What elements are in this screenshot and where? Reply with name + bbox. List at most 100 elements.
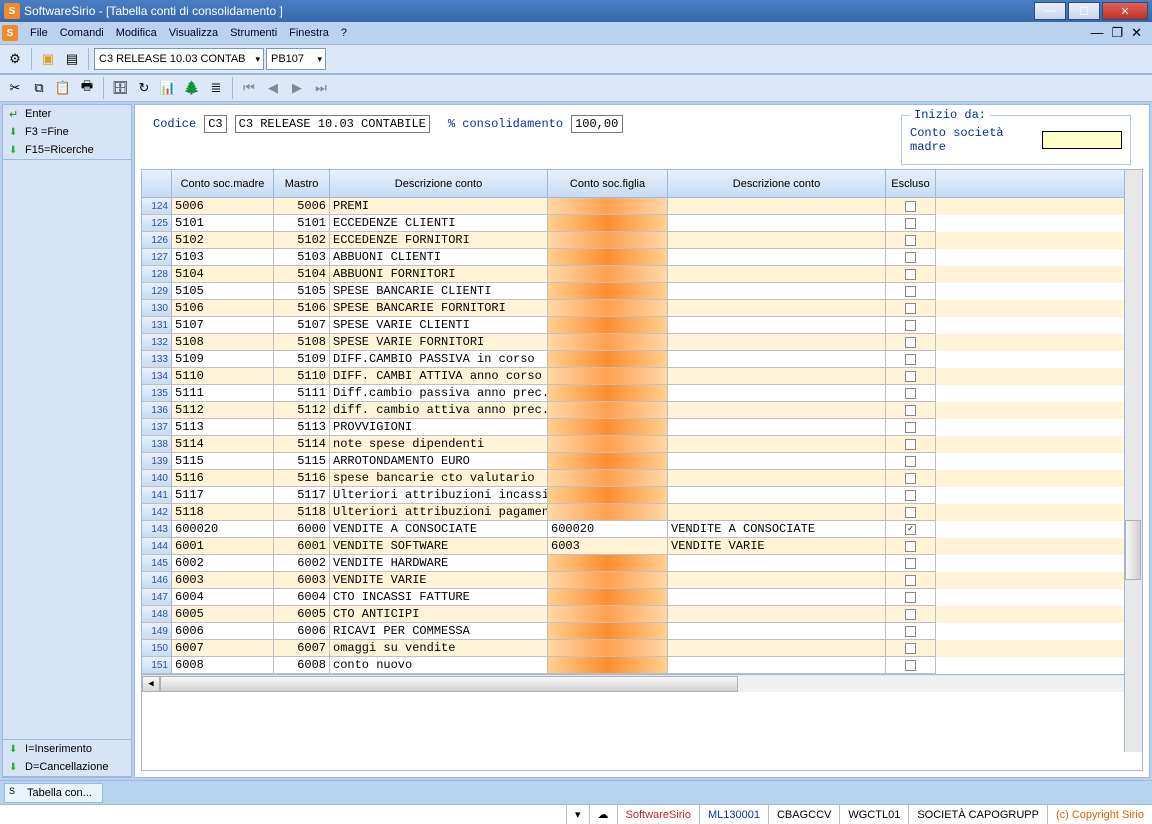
maximize-button[interactable]: ☐	[1068, 2, 1100, 20]
cell-rownum[interactable]: 144	[142, 538, 172, 555]
cell-dc2[interactable]	[668, 640, 886, 657]
cell-dc[interactable]: ECCEDENZE FORNITORI	[330, 232, 548, 249]
cell-escluso[interactable]	[886, 402, 936, 419]
cell-dc[interactable]: note spese dipendenti	[330, 436, 548, 453]
cell-dc2[interactable]	[668, 419, 886, 436]
cell-csm[interactable]: 6004	[172, 589, 274, 606]
checkbox-icon[interactable]	[905, 388, 916, 399]
cell-csm[interactable]: 6002	[172, 555, 274, 572]
cell-dc[interactable]: spese bancarie cto valutario	[330, 470, 548, 487]
cell-dc[interactable]: PROVVIGIONI	[330, 419, 548, 436]
cell-m[interactable]: 5103	[274, 249, 330, 266]
table-row[interactable]: 14151175117Ulteriori attribuzioni incass…	[142, 487, 1142, 504]
cell-csm[interactable]: 5102	[172, 232, 274, 249]
cell-m[interactable]: 5102	[274, 232, 330, 249]
checkbox-icon[interactable]	[905, 337, 916, 348]
cell-dc2[interactable]	[668, 572, 886, 589]
table-row[interactable]: 14460016001VENDITE SOFTWARE6003VENDITE V…	[142, 538, 1142, 555]
cell-dc[interactable]: SPESE BANCARIE FORNITORI	[330, 300, 548, 317]
cell-m[interactable]: 5104	[274, 266, 330, 283]
sidebar-item-f3fine[interactable]: F3 =Fine	[3, 123, 131, 141]
conto-madre-input[interactable]	[1042, 131, 1122, 149]
cell-rownum[interactable]: 138	[142, 436, 172, 453]
checkbox-icon[interactable]	[905, 643, 916, 654]
cell-rownum[interactable]: 130	[142, 300, 172, 317]
paste-icon[interactable]: 📋	[52, 77, 74, 99]
cell-escluso[interactable]	[886, 657, 936, 674]
cell-m[interactable]: 5113	[274, 419, 330, 436]
vertical-scrollbar[interactable]	[1124, 170, 1142, 752]
cell-csm[interactable]: 600020	[172, 521, 274, 538]
cell-csm[interactable]: 6007	[172, 640, 274, 657]
cell-dc[interactable]: Ulteriori attribuzioni pagamen	[330, 504, 548, 521]
cell-escluso[interactable]	[886, 623, 936, 640]
cell-rownum[interactable]: 131	[142, 317, 172, 334]
cell-rownum[interactable]: 128	[142, 266, 172, 283]
cell-dc[interactable]: Diff.cambio passiva anno prec.	[330, 385, 548, 402]
table-row[interactable]: 14660036003VENDITE VARIE	[142, 572, 1142, 589]
table-row[interactable]: 14560026002VENDITE HARDWARE	[142, 555, 1142, 572]
cell-m[interactable]: 5105	[274, 283, 330, 300]
menu-modifica[interactable]: Modifica	[110, 25, 163, 41]
cell-escluso[interactable]	[886, 436, 936, 453]
cell-rownum[interactable]: 133	[142, 351, 172, 368]
cell-csf[interactable]	[548, 232, 668, 249]
cell-escluso[interactable]	[886, 470, 936, 487]
cell-csm[interactable]: 5006	[172, 198, 274, 215]
scroll-left-icon[interactable]: ◀	[142, 676, 160, 692]
cell-csm[interactable]: 5101	[172, 215, 274, 232]
cell-csf[interactable]	[548, 640, 668, 657]
chart-icon[interactable]: 📊	[157, 77, 179, 99]
cell-m[interactable]: 5115	[274, 453, 330, 470]
cell-m[interactable]: 6007	[274, 640, 330, 657]
cell-rownum[interactable]: 140	[142, 470, 172, 487]
last-icon[interactable]: ⏭	[310, 77, 332, 99]
checkbox-icon[interactable]	[905, 422, 916, 433]
cell-m[interactable]: 5116	[274, 470, 330, 487]
sidebar-item-enter[interactable]: Enter	[3, 105, 131, 123]
cell-m[interactable]: 5112	[274, 402, 330, 419]
cell-csm[interactable]: 5111	[172, 385, 274, 402]
cell-dc2[interactable]	[668, 504, 886, 521]
cell-rownum[interactable]: 141	[142, 487, 172, 504]
cell-rownum[interactable]: 127	[142, 249, 172, 266]
cell-rownum[interactable]: 145	[142, 555, 172, 572]
table-row[interactable]: 13551115111Diff.cambio passiva anno prec…	[142, 385, 1142, 402]
cell-dc2[interactable]	[668, 470, 886, 487]
cell-csf[interactable]	[548, 283, 668, 300]
prev-icon[interactable]: ◀	[262, 77, 284, 99]
cell-dc[interactable]: ECCEDENZE CLIENTI	[330, 215, 548, 232]
cell-dc2[interactable]	[668, 249, 886, 266]
cell-m[interactable]: 5101	[274, 215, 330, 232]
cell-escluso[interactable]	[886, 198, 936, 215]
cell-csf[interactable]	[548, 657, 668, 674]
cell-csm[interactable]: 5106	[172, 300, 274, 317]
cell-csf[interactable]	[548, 385, 668, 402]
menu-finestra[interactable]: Finestra	[283, 25, 335, 41]
cell-rownum[interactable]: 126	[142, 232, 172, 249]
cell-m[interactable]: 5108	[274, 334, 330, 351]
cell-rownum[interactable]: 137	[142, 419, 172, 436]
cell-escluso[interactable]	[886, 606, 936, 623]
checkbox-icon[interactable]	[905, 558, 916, 569]
cell-rownum[interactable]: 149	[142, 623, 172, 640]
codice-short-field[interactable]: C3	[204, 115, 226, 133]
checkbox-icon[interactable]	[905, 490, 916, 501]
cell-escluso[interactable]: ✓	[886, 521, 936, 538]
table-row[interactable]: 13351095109DIFF.CAMBIO PASSIVA in corso	[142, 351, 1142, 368]
cell-dc2[interactable]	[668, 487, 886, 504]
cell-dc[interactable]: conto nuovo	[330, 657, 548, 674]
table-row[interactable]: 13151075107SPESE VARIE CLIENTI	[142, 317, 1142, 334]
cell-dc[interactable]: RICAVI PER COMMESSA	[330, 623, 548, 640]
table-row[interactable]: 13951155115ARROTONDAMENTO EURO	[142, 453, 1142, 470]
mdi-restore-icon[interactable]: ❐	[1111, 25, 1123, 41]
cell-dc2[interactable]	[668, 589, 886, 606]
db-icon[interactable]: 🗄	[109, 77, 131, 99]
cell-rownum[interactable]: 148	[142, 606, 172, 623]
cell-dc[interactable]: SPESE VARIE FORNITORI	[330, 334, 548, 351]
checkbox-icon[interactable]	[905, 218, 916, 229]
cut-icon[interactable]: ✂	[4, 77, 26, 99]
col-conto-soc-figlia[interactable]: Conto soc.figlia	[548, 170, 668, 197]
checkbox-icon[interactable]	[905, 303, 916, 314]
cell-csf[interactable]	[548, 453, 668, 470]
